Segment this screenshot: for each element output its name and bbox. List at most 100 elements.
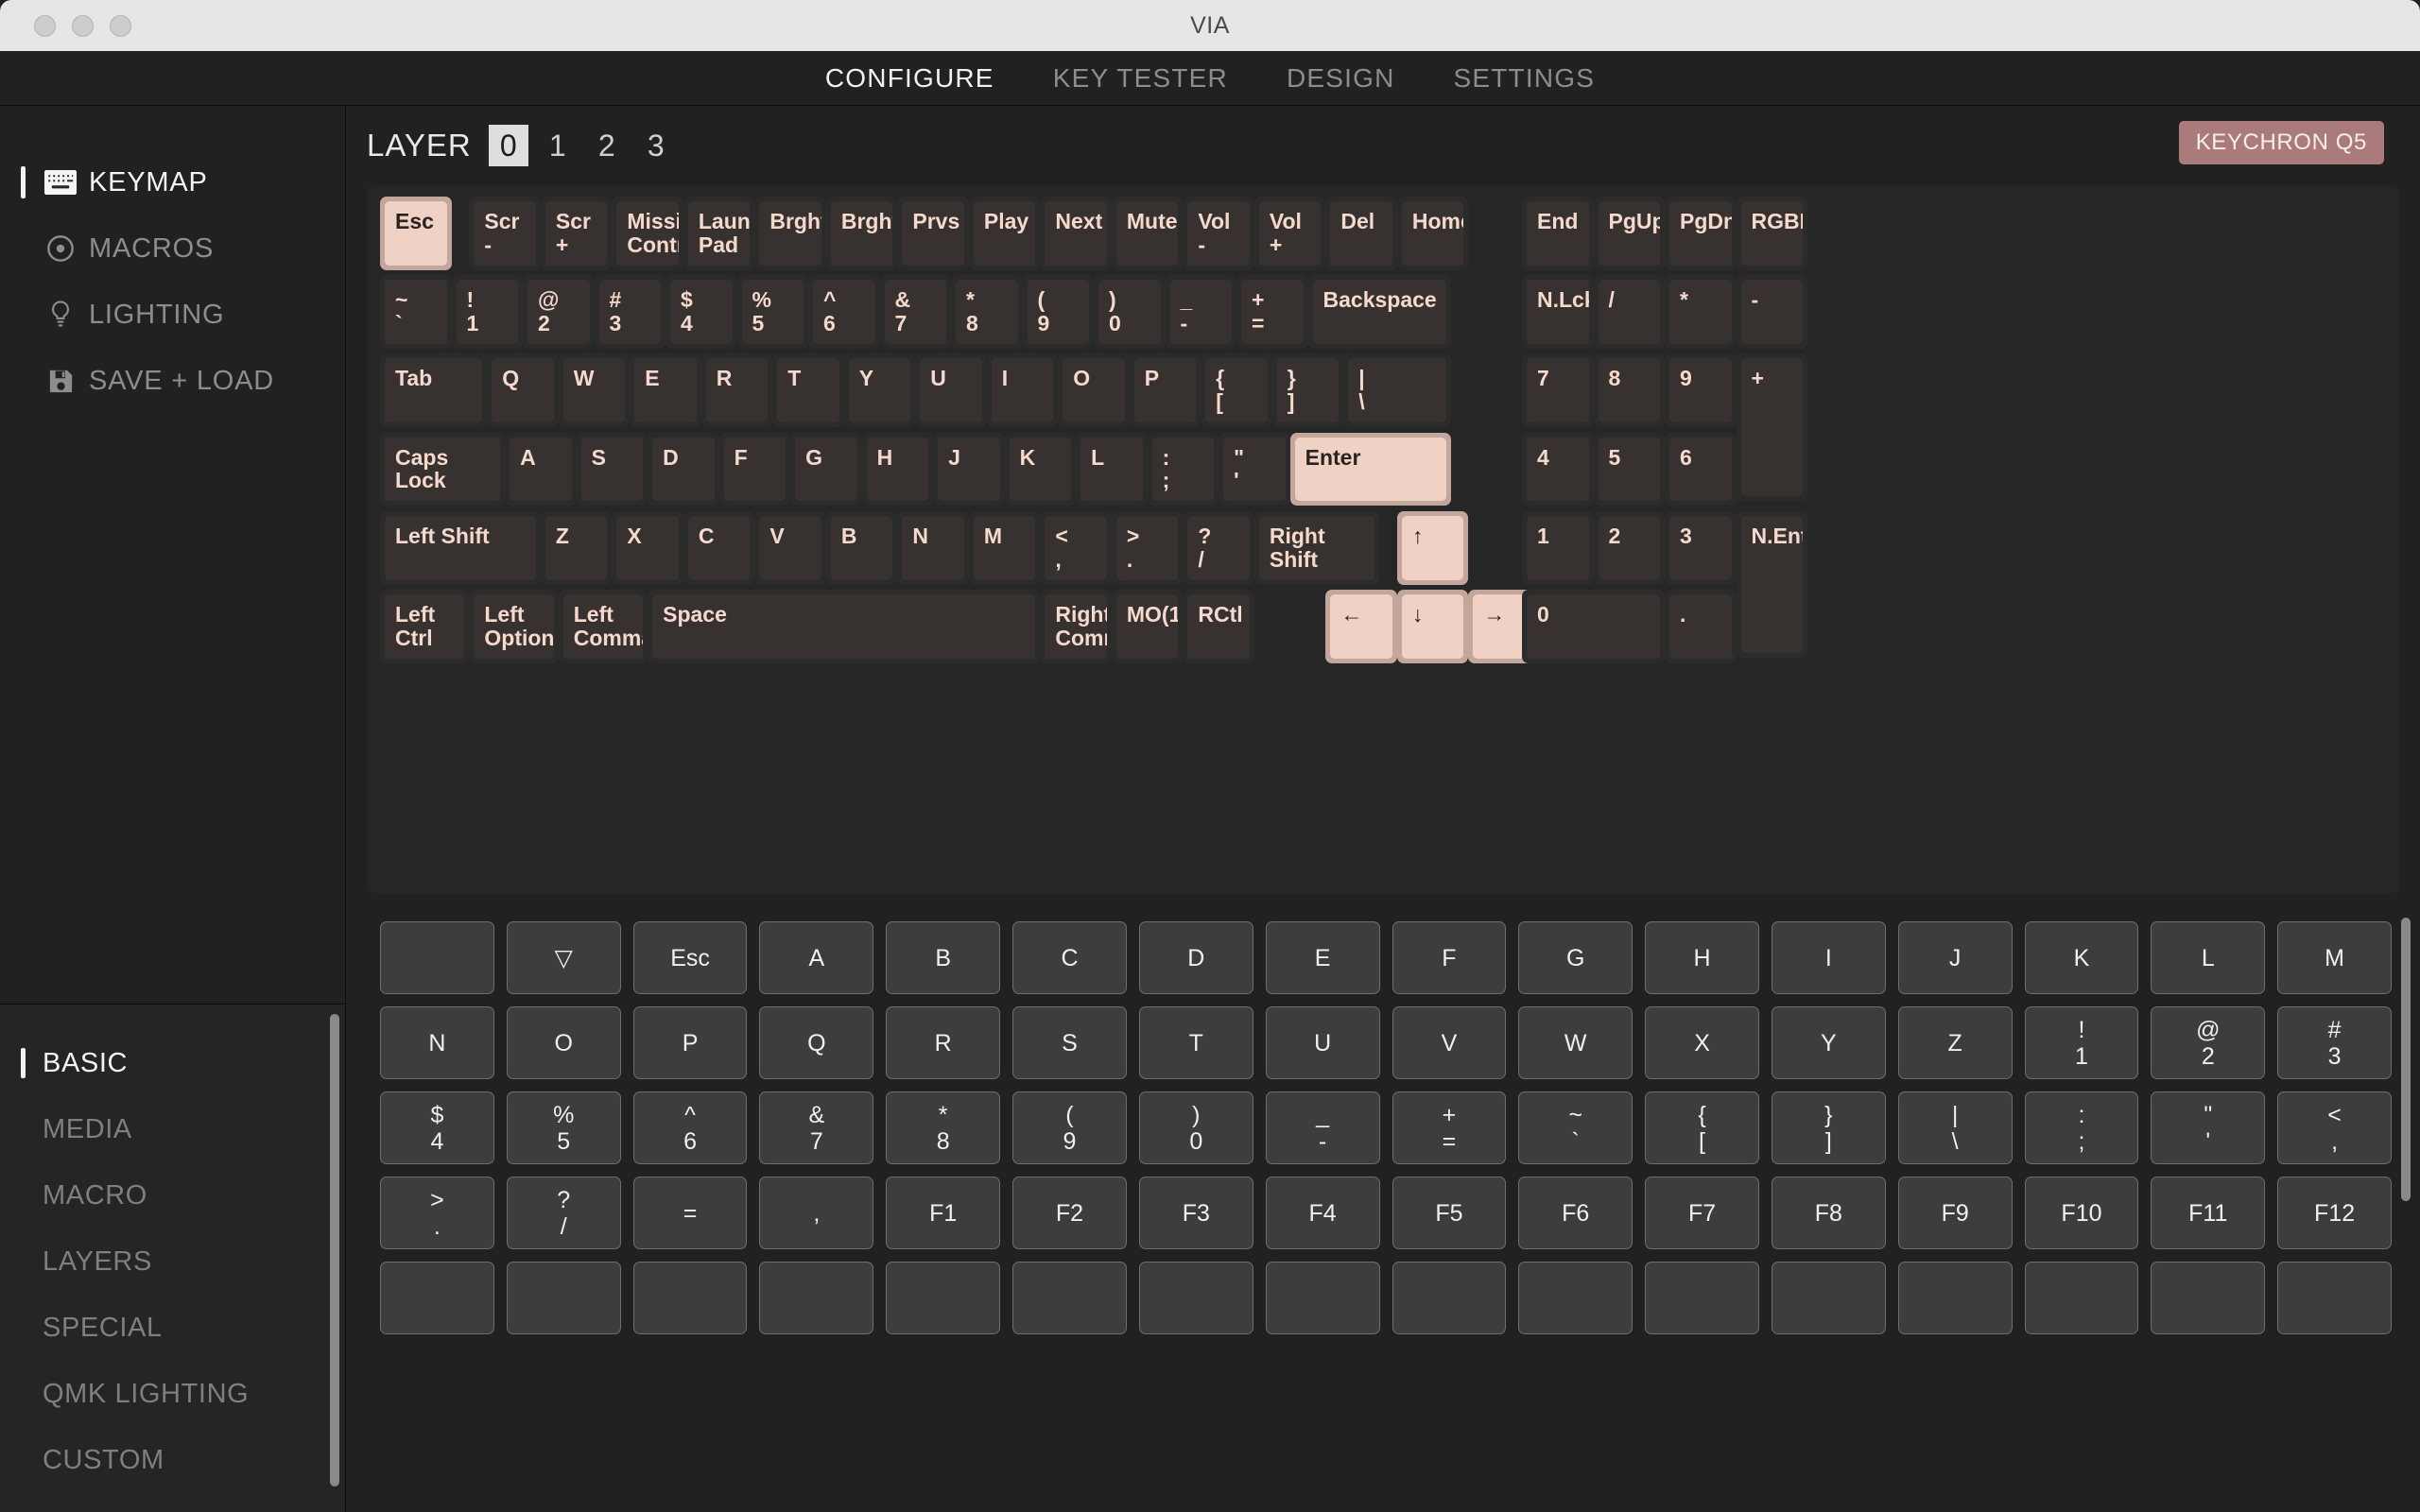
- keymap-key[interactable]: A: [505, 433, 577, 507]
- key-picker-key[interactable]: [1518, 1262, 1633, 1334]
- keymap-key[interactable]: " ': [1219, 433, 1290, 507]
- keymap-key[interactable]: ~ `: [380, 275, 452, 349]
- keymap-key[interactable]: Backspace: [1308, 275, 1451, 349]
- keymap-key[interactable]: @ 2: [523, 275, 595, 349]
- key-picker-key[interactable]: S: [1012, 1006, 1127, 1079]
- key-picker-key[interactable]: F11: [2151, 1177, 2265, 1249]
- category-basic[interactable]: BASIC: [0, 1030, 324, 1096]
- key-picker-key[interactable]: ( 9: [1012, 1091, 1127, 1164]
- keymap-key[interactable]: Prvs: [897, 197, 969, 270]
- keymap-key[interactable]: > .: [1112, 511, 1184, 585]
- key-picker-key[interactable]: N: [380, 1006, 494, 1079]
- keymap-key[interactable]: U: [915, 353, 987, 427]
- keymap-key[interactable]: Z: [541, 511, 613, 585]
- scrollbar-thumb[interactable]: [330, 1014, 339, 1486]
- keymap-key[interactable]: Brght+: [826, 197, 898, 270]
- keymap-key[interactable]: -: [1737, 275, 1808, 349]
- key-picker-key[interactable]: Y: [1772, 1006, 1886, 1079]
- key-picker-key[interactable]: ~ `: [1518, 1091, 1633, 1164]
- keymap-key[interactable]: S: [577, 433, 648, 507]
- keymap-key[interactable]: ! 1: [452, 275, 524, 349]
- key-picker-key[interactable]: [507, 1262, 621, 1334]
- key-picker-key[interactable]: [1645, 1262, 1759, 1334]
- key-picker-key[interactable]: [380, 921, 494, 994]
- keymap-key[interactable]: D: [648, 433, 719, 507]
- tab-key-tester[interactable]: KEY TESTER: [1053, 63, 1228, 94]
- keymap-key[interactable]: I: [987, 353, 1059, 427]
- keymap-key[interactable]: Next: [1040, 197, 1112, 270]
- keymap-key[interactable]: Tab: [380, 353, 487, 427]
- key-picker-key[interactable]: > .: [380, 1177, 494, 1249]
- keymap-key[interactable]: N.Lck: [1522, 275, 1594, 349]
- key-picker-key[interactable]: F1: [886, 1177, 1000, 1249]
- key-picker-key[interactable]: ) 0: [1139, 1091, 1253, 1164]
- keymap-key[interactable]: { [: [1201, 353, 1272, 427]
- key-picker-key[interactable]: C: [1012, 921, 1127, 994]
- key-picker-key[interactable]: F6: [1518, 1177, 1633, 1249]
- key-picker-key[interactable]: M: [2277, 921, 2392, 994]
- key-picker-key[interactable]: % 5: [507, 1091, 621, 1164]
- keymap-key[interactable]: Left Option: [469, 590, 558, 663]
- keymap-key[interactable]: C: [683, 511, 755, 585]
- keymap-key[interactable]: ↓: [1397, 590, 1469, 663]
- keymap-key[interactable]: * 8: [951, 275, 1023, 349]
- key-picker-key[interactable]: F2: [1012, 1177, 1127, 1249]
- keymap-key[interactable]: RCtl: [1183, 590, 1254, 663]
- key-picker-key[interactable]: [2025, 1262, 2139, 1334]
- key-picker-key[interactable]: F5: [1392, 1177, 1507, 1249]
- tab-settings[interactable]: SETTINGS: [1454, 63, 1596, 94]
- key-picker-key[interactable]: [633, 1262, 748, 1334]
- keymap-key[interactable]: PgDn: [1665, 197, 1737, 270]
- keymap-key[interactable]: 8: [1594, 353, 1666, 427]
- keymap-key[interactable]: Caps Lock: [380, 433, 505, 507]
- keymap-key[interactable]: # 3: [595, 275, 666, 349]
- tab-design[interactable]: DESIGN: [1287, 63, 1395, 94]
- keymap-key[interactable]: + =: [1236, 275, 1308, 349]
- keymap-key[interactable]: J: [933, 433, 1005, 507]
- keymap-key[interactable]: X: [612, 511, 683, 585]
- keymap-key[interactable]: Mute: [1112, 197, 1184, 270]
- key-picker-key[interactable]: A: [759, 921, 873, 994]
- keymap-key[interactable]: : ;: [1148, 433, 1219, 507]
- key-picker-key[interactable]: F7: [1645, 1177, 1759, 1249]
- keymap-key[interactable]: Left Ctrl: [380, 590, 469, 663]
- keymap-key[interactable]: 7: [1522, 353, 1594, 427]
- keymap-key[interactable]: *: [1665, 275, 1737, 349]
- keymap-key[interactable]: Scr -: [469, 197, 541, 270]
- keymap-key[interactable]: V: [754, 511, 826, 585]
- keymap-key[interactable]: Left Shift: [380, 511, 541, 585]
- key-picker-key[interactable]: [1898, 1262, 2013, 1334]
- keymap-key[interactable]: G: [790, 433, 862, 507]
- keymap-key[interactable]: E: [630, 353, 701, 427]
- key-picker-key[interactable]: F: [1392, 921, 1507, 994]
- key-picker-key[interactable]: X: [1645, 1006, 1759, 1079]
- key-picker-key[interactable]: | \: [1898, 1091, 2013, 1164]
- keymap-key[interactable]: ) 0: [1094, 275, 1166, 349]
- keymap-key[interactable]: P: [1130, 353, 1201, 427]
- key-picker-key[interactable]: F8: [1772, 1177, 1886, 1249]
- sidebar-item-save-load[interactable]: SAVE + LOAD: [0, 348, 345, 414]
- key-picker-key[interactable]: ? /: [507, 1177, 621, 1249]
- key-picker-key[interactable]: ! 1: [2025, 1006, 2139, 1079]
- key-picker-key[interactable]: H: [1645, 921, 1759, 994]
- keymap-key[interactable]: Left Command: [559, 590, 648, 663]
- key-picker-key[interactable]: [759, 1262, 873, 1334]
- keymap-key[interactable]: ↑: [1397, 511, 1469, 585]
- keymap-key[interactable]: } ]: [1272, 353, 1344, 427]
- key-picker-key[interactable]: F9: [1898, 1177, 2013, 1249]
- keymap-key[interactable]: Space: [648, 590, 1040, 663]
- key-picker-key[interactable]: ▽: [507, 921, 621, 994]
- keymap-key[interactable]: $ 4: [666, 275, 737, 349]
- keymap-key[interactable]: ^ 6: [808, 275, 880, 349]
- keymap-key[interactable]: T: [772, 353, 844, 427]
- key-picker-key[interactable]: { [: [1645, 1091, 1759, 1164]
- key-picker-key[interactable]: [886, 1262, 1000, 1334]
- key-picker-key[interactable]: D: [1139, 921, 1253, 994]
- key-picker-key[interactable]: =: [633, 1177, 748, 1249]
- key-picker-key[interactable]: F3: [1139, 1177, 1253, 1249]
- keymap-key[interactable]: W: [559, 353, 631, 427]
- key-picker-key[interactable]: _ -: [1266, 1091, 1380, 1164]
- keymap-key[interactable]: ( 9: [1023, 275, 1095, 349]
- keymap-key[interactable]: % 5: [737, 275, 809, 349]
- keymap-key[interactable]: & 7: [880, 275, 952, 349]
